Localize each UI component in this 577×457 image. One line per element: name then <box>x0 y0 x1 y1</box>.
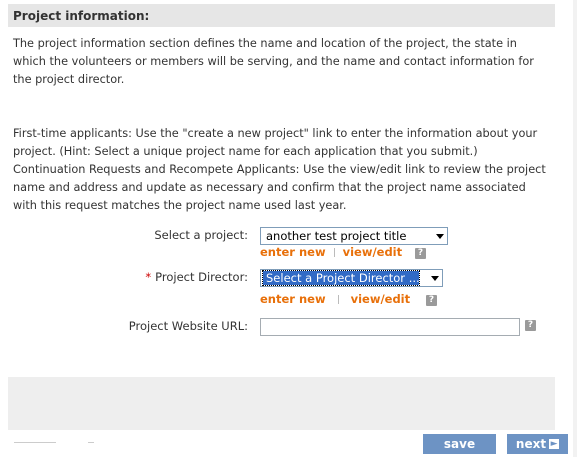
project-select-value: another test project title <box>266 229 407 243</box>
link-divider <box>337 295 339 304</box>
project-label-wrap: Select a project: <box>8 228 248 246</box>
footer-area <box>8 377 555 430</box>
director-links: enter new view/edit <box>260 292 410 306</box>
next-button-label: next <box>515 437 547 451</box>
project-label: Select a project: <box>154 228 248 242</box>
chevron-down-icon[interactable] <box>431 276 439 281</box>
help-icon[interactable]: ? <box>525 320 536 331</box>
director-view-edit-link[interactable]: view/edit <box>351 292 411 306</box>
section-header: Project information: <box>8 4 555 27</box>
chevron-down-icon[interactable] <box>436 234 444 239</box>
intro-paragraph: The project information section defines … <box>13 37 534 86</box>
director-label-group: * Project Director: <box>145 270 248 284</box>
director-select[interactable]: Select a Project Director ... <box>260 269 443 287</box>
save-button[interactable]: save <box>423 434 496 454</box>
help-icon[interactable]: ? <box>415 248 426 259</box>
project-select[interactable]: another test project title <box>260 227 448 245</box>
website-label-wrap: Project Website URL: <box>8 319 248 337</box>
next-button[interactable]: next ► <box>507 434 568 454</box>
project-information-panel: Project information: The project informa… <box>8 4 555 430</box>
project-links: enter new view/edit <box>260 245 402 259</box>
director-label: Project Director: <box>155 270 248 284</box>
website-label: Project Website URL: <box>128 319 248 333</box>
page-scroll-edge <box>573 0 577 457</box>
project-enter-new-link[interactable]: enter new <box>260 245 326 259</box>
director-select-value: Select a Project Director ... <box>262 270 420 286</box>
instructions-paragraph: First-time applicants: Use the "create a… <box>13 127 546 212</box>
link-divider <box>333 248 335 257</box>
arrow-right-icon: ► <box>549 438 560 449</box>
website-url-input[interactable] <box>260 318 520 336</box>
help-icon[interactable]: ? <box>426 295 437 306</box>
footer-divider <box>88 442 94 443</box>
project-view-edit-link[interactable]: view/edit <box>343 245 403 259</box>
section-title: Project information: <box>13 9 150 23</box>
director-label-wrap: * Project Director: <box>8 270 248 288</box>
footer-divider <box>14 442 56 443</box>
director-enter-new-link[interactable]: enter new <box>260 292 326 306</box>
save-button-label: save <box>443 437 476 451</box>
required-marker: * <box>145 270 152 284</box>
